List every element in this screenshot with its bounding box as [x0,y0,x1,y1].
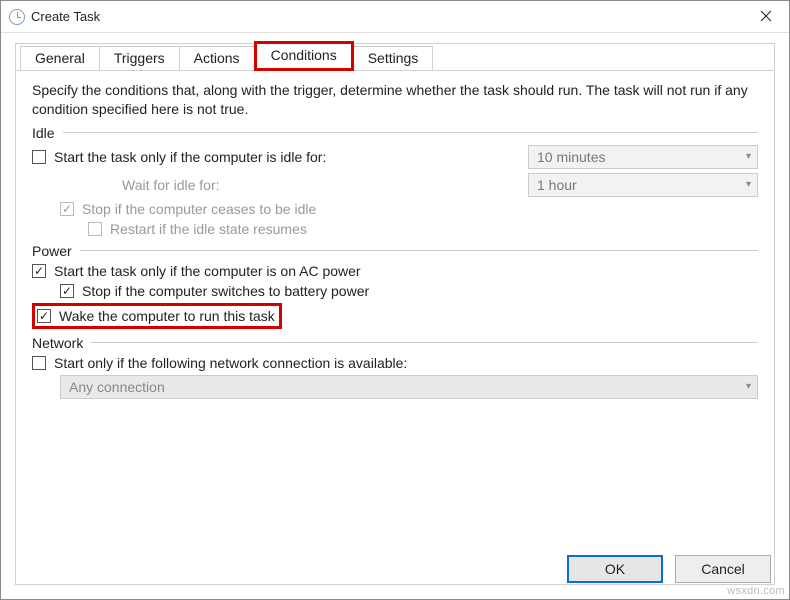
idle-restart-label: Restart if the idle state resumes [110,221,307,237]
idle-wait-label: Wait for idle for: [122,177,528,193]
idle-group: Idle Start the task only if the computer… [32,125,758,237]
tab-settings[interactable]: Settings [353,46,434,71]
idle-start-label: Start the task only if the computer is i… [54,149,484,165]
task-scheduler-icon [9,9,25,25]
network-connection-value: Any connection [69,379,165,395]
chevron-down-icon: ▾ [746,151,751,162]
power-battery-checkbox[interactable] [60,284,74,298]
dialog-buttons: OK Cancel [567,555,771,583]
power-wake-label: Wake the computer to run this task [59,308,275,324]
network-legend: Network [32,335,83,351]
wake-highlight: Wake the computer to run this task [32,303,282,329]
divider [91,342,758,343]
idle-stop-checkbox [60,202,74,216]
create-task-window: Create Task General Triggers Actions Con… [0,0,790,600]
power-battery-label: Stop if the computer switches to battery… [82,283,369,299]
power-group: Power Start the task only if the compute… [32,243,758,329]
divider [63,132,758,133]
conditions-panel: Specify the conditions that, along with … [16,71,774,399]
idle-wait-combo: 1 hour ▾ [528,173,758,197]
power-wake-checkbox[interactable] [37,309,51,323]
network-start-checkbox[interactable] [32,356,46,370]
idle-duration-combo: 10 minutes ▾ [528,145,758,169]
tab-underline [16,70,774,71]
network-connection-combo: Any connection ▾ [60,375,758,399]
titlebar: Create Task [1,1,789,33]
tab-triggers[interactable]: Triggers [99,46,180,71]
idle-start-checkbox[interactable] [32,150,46,164]
tabs: General Triggers Actions Conditions Sett… [16,43,774,71]
cancel-button[interactable]: Cancel [675,555,771,583]
power-ac-checkbox[interactable] [32,264,46,278]
power-legend: Power [32,243,72,259]
idle-restart-checkbox [88,222,102,236]
close-icon [760,10,772,22]
window-title: Create Task [31,9,100,24]
divider [80,250,758,251]
chevron-down-icon: ▾ [746,381,751,392]
network-start-label: Start only if the following network conn… [54,355,407,371]
idle-stop-label: Stop if the computer ceases to be idle [82,201,316,217]
chevron-down-icon: ▾ [746,179,751,190]
tab-conditions[interactable]: Conditions [254,41,354,71]
tab-general[interactable]: General [20,46,100,71]
idle-wait-value: 1 hour [537,177,577,193]
dialog-content: General Triggers Actions Conditions Sett… [15,43,775,585]
idle-legend: Idle [32,125,55,141]
power-ac-label: Start the task only if the computer is o… [54,263,361,279]
tab-actions[interactable]: Actions [179,46,255,71]
network-group: Network Start only if the following netw… [32,335,758,399]
watermark: wsxdn.com [727,585,785,597]
idle-duration-value: 10 minutes [537,149,605,165]
conditions-description: Specify the conditions that, along with … [32,81,758,119]
ok-button[interactable]: OK [567,555,663,583]
close-button[interactable] [743,1,789,31]
